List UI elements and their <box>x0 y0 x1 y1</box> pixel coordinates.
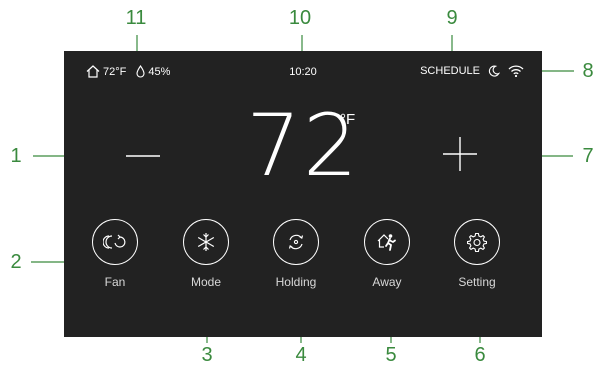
setting-label: Setting <box>458 275 496 289</box>
callout-4: 4 <box>295 344 307 366</box>
mode-button-circle <box>183 219 229 265</box>
plus-icon <box>443 137 477 171</box>
away-label: Away <box>372 275 402 289</box>
away-button-circle <box>364 219 410 265</box>
callout-1: 1 <box>10 145 22 167</box>
callout-10: 10 <box>288 7 312 29</box>
callout-2: 2 <box>10 251 22 273</box>
wifi-icon <box>508 65 524 77</box>
setting-button[interactable]: Setting <box>445 219 509 289</box>
increase-temp-button[interactable] <box>443 137 477 171</box>
moon-icon <box>488 65 500 77</box>
schedule-label[interactable]: SCHEDULE <box>420 65 480 77</box>
holding-icon <box>288 234 304 250</box>
mode-label: Mode <box>190 275 222 289</box>
fan-button-circle <box>92 219 138 265</box>
setting-button-circle <box>454 219 500 265</box>
callout-9: 9 <box>446 7 458 29</box>
fan-label: Fan <box>104 275 126 289</box>
away-button[interactable]: Away <box>355 219 419 289</box>
holding-button[interactable]: Holding <box>264 219 328 289</box>
callout-3: 3 <box>201 344 213 366</box>
fan-icon <box>103 234 126 249</box>
fan-button[interactable]: Fan <box>83 219 147 289</box>
callout-8: 8 <box>582 60 594 82</box>
holding-label: Holding <box>275 275 317 289</box>
thermostat-screen: 72°F 45% 10:20 SCHEDULE 72 °F Fan Mode H… <box>64 51 542 337</box>
snowflake-icon <box>197 233 215 251</box>
status-right: SCHEDULE <box>420 65 524 77</box>
setpoint-unit: °F <box>340 111 356 128</box>
callout-5: 5 <box>385 344 397 366</box>
callout-7: 7 <box>582 145 594 167</box>
callout-6: 6 <box>474 344 486 366</box>
away-icon <box>377 234 396 251</box>
mode-button[interactable]: Mode <box>174 219 238 289</box>
gear-icon <box>467 232 487 252</box>
callout-11: 11 <box>125 7 147 29</box>
holding-button-circle <box>273 219 319 265</box>
